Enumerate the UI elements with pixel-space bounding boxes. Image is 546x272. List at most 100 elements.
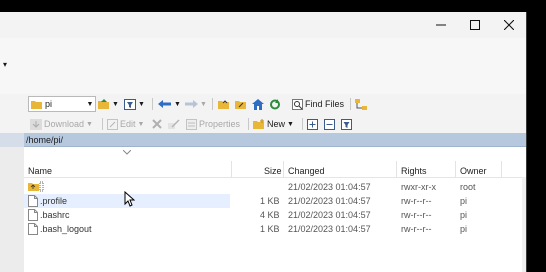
- refresh-button[interactable]: [269, 96, 281, 112]
- column-header-size[interactable]: Size: [264, 166, 282, 176]
- column-divider[interactable]: [396, 161, 397, 177]
- rename-icon: [168, 118, 180, 129]
- edit-button[interactable]: Edit ▼: [107, 116, 144, 132]
- minimize-icon: [436, 24, 446, 26]
- column-divider[interactable]: [501, 161, 502, 177]
- row-owner: pi: [460, 210, 468, 220]
- navigation-toolbar: pi ▼ ▼ ▼ ▼ ▼ Find Files: [0, 94, 526, 114]
- folder-icon: [31, 100, 42, 109]
- back-button[interactable]: ▼: [158, 96, 181, 112]
- filter-select-button[interactable]: [341, 116, 352, 132]
- toolbar-separator: [212, 98, 213, 110]
- file-list-header: Name Size Changed Rights Owner: [24, 147, 526, 178]
- column-divider[interactable]: [231, 161, 232, 177]
- upper-panel: ▾: [0, 38, 526, 95]
- file-icon: [28, 209, 38, 221]
- row-name: .bashrc: [40, 210, 70, 220]
- row-rights: rw-r--r--: [401, 224, 432, 234]
- column-header-owner[interactable]: Owner: [460, 166, 487, 176]
- table-row[interactable]: 21/02/2023 01:04:57 rwxr-xr-x root: [24, 180, 526, 194]
- row-changed: 21/02/2023 01:04:57: [288, 182, 371, 192]
- mouse-cursor-icon: [124, 191, 135, 207]
- chevron-down-icon: ▼: [138, 100, 145, 108]
- maximize-button[interactable]: [458, 12, 492, 38]
- file-actions-toolbar: Download ▼ Edit ▼ Properties New ▼: [0, 114, 526, 135]
- table-row[interactable]: .bash_logout 1 KB 21/02/2023 01:04:57 rw…: [24, 222, 526, 236]
- home-button[interactable]: [252, 96, 264, 112]
- plus-icon: [307, 118, 318, 130]
- edit-label: Edit: [120, 119, 136, 129]
- chevron-down-icon: ▼: [137, 120, 145, 128]
- properties-label: Properties: [199, 119, 241, 129]
- row-size: 4 KB: [260, 210, 280, 220]
- column-header-changed[interactable]: Changed: [288, 166, 325, 176]
- rename-button[interactable]: [168, 116, 180, 132]
- filter-button[interactable]: ▼: [124, 96, 145, 112]
- row-changed: 21/02/2023 01:04:57: [288, 210, 371, 220]
- title-bar: [0, 12, 526, 38]
- maximize-icon: [470, 20, 480, 30]
- row-owner: pi: [460, 224, 468, 234]
- sort-indicator-icon: [123, 150, 131, 155]
- chevron-down-icon: ▼: [174, 100, 181, 108]
- search-icon: [292, 98, 303, 110]
- delete-button[interactable]: [152, 116, 162, 132]
- new-button[interactable]: New ▼: [253, 116, 294, 132]
- left-pane-header: [0, 133, 24, 147]
- directory-combo-value: pi: [45, 99, 53, 109]
- new-folder-icon: [253, 118, 264, 129]
- column-header-rights[interactable]: Rights: [401, 166, 427, 176]
- toolbar-separator: [302, 118, 303, 130]
- toolbar-separator: [102, 118, 103, 130]
- minus-icon: [324, 118, 335, 130]
- row-owner: pi: [460, 196, 468, 206]
- close-button[interactable]: [492, 12, 526, 38]
- parent-directory-button[interactable]: [218, 96, 230, 112]
- menu-arrow[interactable]: ▾: [3, 60, 7, 69]
- properties-icon: [186, 118, 197, 130]
- forward-button[interactable]: ▼: [184, 96, 207, 112]
- forward-arrow-icon: [185, 100, 198, 108]
- file-list: Name Size Changed Rights Owner 21/02/202…: [24, 147, 526, 272]
- column-header-name[interactable]: Name: [28, 166, 52, 176]
- root-directory-button[interactable]: [235, 96, 247, 112]
- find-files-label: Find Files: [305, 99, 345, 109]
- row-name: .bash_logout: [40, 224, 92, 234]
- edit-icon: [107, 118, 118, 130]
- row-rights: rw-r--r--: [401, 196, 432, 206]
- download-button[interactable]: Download ▼: [30, 116, 93, 132]
- chevron-down-icon: ▼: [200, 100, 207, 108]
- table-row[interactable]: .bashrc 4 KB 21/02/2023 01:04:57 rw-r--r…: [24, 208, 526, 222]
- toolbar-separator: [152, 98, 153, 110]
- select-files-button[interactable]: [307, 116, 318, 132]
- left-pane-edge: [0, 133, 25, 272]
- row-changed: 21/02/2023 01:04:57: [288, 196, 371, 206]
- directory-combo[interactable]: pi ▼: [28, 96, 96, 112]
- path-bar[interactable]: /home/pi/: [24, 133, 526, 147]
- vertical-scrollbar[interactable]: [522, 177, 526, 272]
- toolbar-separator: [350, 98, 351, 110]
- filter-icon: [341, 118, 352, 130]
- column-divider[interactable]: [455, 161, 456, 177]
- minimize-button[interactable]: [424, 12, 458, 38]
- synchronize-button[interactable]: [355, 96, 368, 112]
- download-label: Download: [44, 119, 85, 129]
- file-icon: [28, 195, 38, 207]
- open-directory-button[interactable]: ▼: [98, 96, 119, 112]
- column-divider[interactable]: [283, 161, 284, 177]
- table-row[interactable]: .profile 1 KB 21/02/2023 01:04:57 rw-r--…: [24, 194, 526, 208]
- delete-icon: [152, 119, 162, 129]
- properties-button[interactable]: Properties: [186, 116, 240, 132]
- parent-directory-icon: [28, 181, 44, 192]
- row-rights: rw-r--r--: [401, 210, 432, 220]
- winscp-window: ▾ pi ▼ ▼ ▼ ▼ ▼ Find Files Download ▼ Edi…: [0, 12, 527, 272]
- row-name: .profile: [40, 196, 68, 206]
- find-files-button[interactable]: Find Files: [292, 96, 344, 112]
- parent-folder-icon: [218, 99, 229, 109]
- refresh-icon: [270, 98, 280, 109]
- home-icon: [252, 98, 264, 110]
- row-size: 1 KB: [260, 224, 280, 234]
- file-icon: [28, 223, 38, 235]
- unselect-files-button[interactable]: [324, 116, 335, 132]
- row-changed: 21/02/2023 01:04:57: [288, 224, 371, 234]
